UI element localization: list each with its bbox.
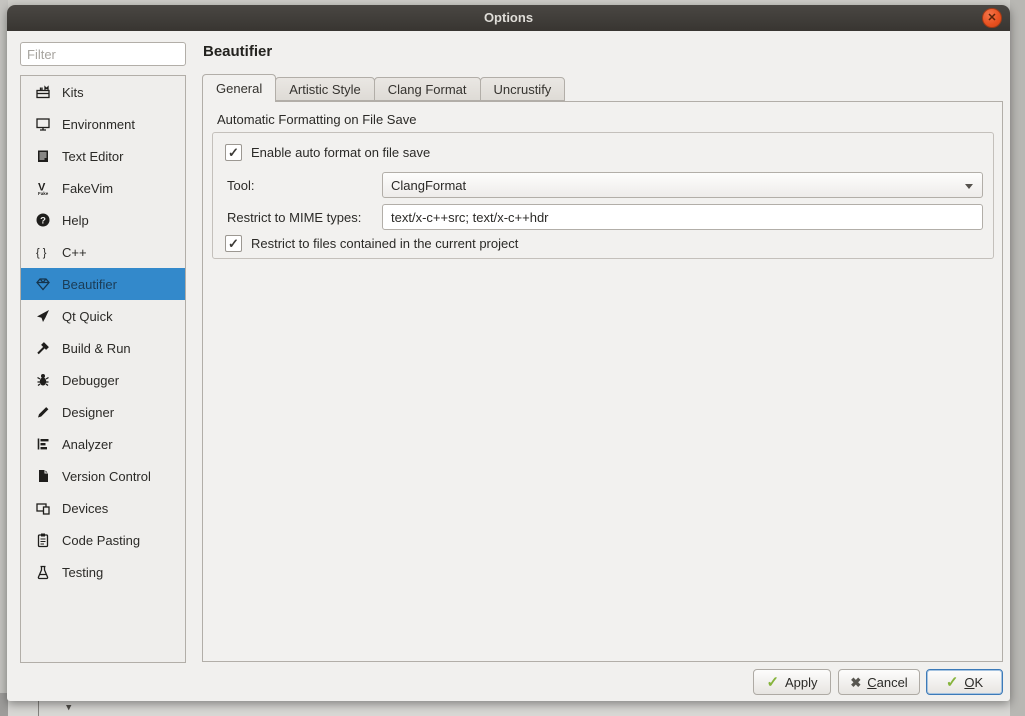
auto-format-groupbox: ✓ Enable auto format on file save Tool: … <box>212 132 994 259</box>
group-title: Automatic Formatting on File Save <box>217 112 416 127</box>
help-icon: ? <box>34 211 52 229</box>
sidebar-item-beautifier[interactable]: Beautifier <box>21 268 185 300</box>
ok-button-label: OK <box>964 675 983 690</box>
sidebar-item-version-control[interactable]: Version Control <box>21 460 185 492</box>
page-title: Beautifier <box>203 43 272 60</box>
svg-text:{ }: { } <box>36 247 47 259</box>
sidebar-list: Kits Environment Text Editor VFake FakeVim? H… <box>20 75 186 663</box>
editor-scrollbar-strip <box>1010 0 1025 716</box>
tool-dropdown[interactable]: ClangFormat <box>382 172 983 198</box>
sidebar-item-fakevim[interactable]: VFake FakeVim <box>21 172 185 204</box>
svg-text:Fake: Fake <box>38 191 49 196</box>
pencil-icon <box>34 403 52 421</box>
hammer-icon <box>34 339 52 357</box>
sidebar-item-testing[interactable]: Testing <box>21 556 185 588</box>
clipboard-icon <box>34 531 52 549</box>
sidebar-item-designer[interactable]: Designer <box>21 396 185 428</box>
cancel-button[interactable]: ✖ Cancel <box>838 669 920 695</box>
close-icon: ✕ <box>987 13 996 24</box>
sidebar-item-kits[interactable]: Kits <box>21 76 185 108</box>
sidebar-item-label: Environment <box>62 117 135 132</box>
sidebar-item-label: Debugger <box>62 373 119 388</box>
editor-code-line: 89 ▼ void CamImuCalib::initGui() { <box>8 702 39 716</box>
text-document-icon <box>34 147 52 165</box>
sidebar-item-label: FakeVim <box>62 181 113 196</box>
check-icon: ✓ <box>946 675 959 690</box>
window-title: Options <box>7 5 1010 31</box>
paper-plane-icon <box>34 307 52 325</box>
sidebar-item-analyzer[interactable]: Analyzer <box>21 428 185 460</box>
flask-icon <box>34 563 52 581</box>
tool-label: Tool: <box>227 178 254 193</box>
mime-types-label: Restrict to MIME types: <box>227 210 361 225</box>
close-button[interactable]: ✕ <box>982 8 1002 28</box>
sidebar-item-label: Text Editor <box>62 149 123 164</box>
restrict-project-row: ✓ Restrict to files contained in the cur… <box>225 235 518 252</box>
monitor-icon <box>34 115 52 133</box>
sidebar-item-help[interactable]: ? Help <box>21 204 185 236</box>
mime-types-input[interactable] <box>382 204 983 230</box>
document-fold-icon <box>34 467 52 485</box>
filter-input[interactable] <box>20 42 186 66</box>
restrict-project-checkbox[interactable]: ✓ <box>225 235 242 252</box>
diamond-icon <box>34 275 52 293</box>
sidebar-item-debugger[interactable]: Debugger <box>21 364 185 396</box>
sidebar-item-label: Help <box>62 213 89 228</box>
fold-arrow-icon: ▼ <box>66 703 71 713</box>
sidebar-item-label: Analyzer <box>62 437 113 452</box>
tab-uncrustify[interactable]: Uncrustify <box>480 77 566 101</box>
sidebar-item-label: Testing <box>62 565 103 580</box>
bug-icon <box>34 371 52 389</box>
sidebar-item-label: Devices <box>62 501 108 516</box>
sidebar-item-code-pasting[interactable]: Code Pasting <box>21 524 185 556</box>
sidebar-item-label: C++ <box>62 245 87 260</box>
sidebar-item-qt-quick[interactable]: Qt Quick <box>21 300 185 332</box>
editor-code-strip: 89 ▼ void CamImuCalib::initGui() { <box>8 701 1010 716</box>
tab-artistic-style[interactable]: Artistic Style <box>275 77 375 101</box>
devices-icon <box>34 499 52 517</box>
sidebar-item-label: Build & Run <box>62 341 131 356</box>
tab-bar: GeneralArtistic StyleClang FormatUncrust… <box>202 74 564 102</box>
sidebar-item-label: Beautifier <box>62 277 117 292</box>
kits-icon <box>34 83 52 101</box>
chevron-down-icon <box>965 184 973 189</box>
ok-button[interactable]: ✓ OK <box>926 669 1003 695</box>
tab-clang-format[interactable]: Clang Format <box>374 77 481 101</box>
cancel-button-label: Cancel <box>867 675 907 690</box>
braces-icon: { } <box>34 243 52 261</box>
apply-button[interactable]: ✓ Apply <box>753 669 831 695</box>
sidebar-item-text-editor[interactable]: Text Editor <box>21 140 185 172</box>
enable-autoformat-label: Enable auto format on file save <box>251 145 430 160</box>
sidebar-item-cpp[interactable]: { } C++ <box>21 236 185 268</box>
restrict-project-label: Restrict to files contained in the curre… <box>251 236 518 251</box>
sidebar-item-devices[interactable]: Devices <box>21 492 185 524</box>
general-tab-panel: Automatic Formatting on File Save ✓ Enab… <box>202 101 1003 662</box>
sidebar-item-label: Version Control <box>62 469 151 484</box>
sidebar-item-environment[interactable]: Environment <box>21 108 185 140</box>
enable-autoformat-row: ✓ Enable auto format on file save <box>225 144 430 161</box>
enable-autoformat-checkbox[interactable]: ✓ <box>225 144 242 161</box>
tool-dropdown-value: ClangFormat <box>391 178 466 193</box>
sidebar-item-build-run[interactable]: Build & Run <box>21 332 185 364</box>
sidebar-item-label: Kits <box>62 85 84 100</box>
sidebar-item-label: Qt Quick <box>62 309 113 324</box>
titlebar: Options ✕ <box>7 5 1010 31</box>
x-icon: ✖ <box>850 676 861 689</box>
sidebar-item-label: Designer <box>62 405 114 420</box>
options-dialog: Options ✕ Kits Environment Text Editor VFak… <box>7 5 1010 701</box>
sidebar-item-label: Code Pasting <box>62 533 140 548</box>
check-icon: ✓ <box>766 675 779 690</box>
apply-button-label: Apply <box>785 675 818 690</box>
bar-chart-icon <box>34 435 52 453</box>
tab-general[interactable]: General <box>202 74 276 102</box>
fakevim-icon: VFake <box>34 179 52 197</box>
svg-text:?: ? <box>40 216 46 227</box>
